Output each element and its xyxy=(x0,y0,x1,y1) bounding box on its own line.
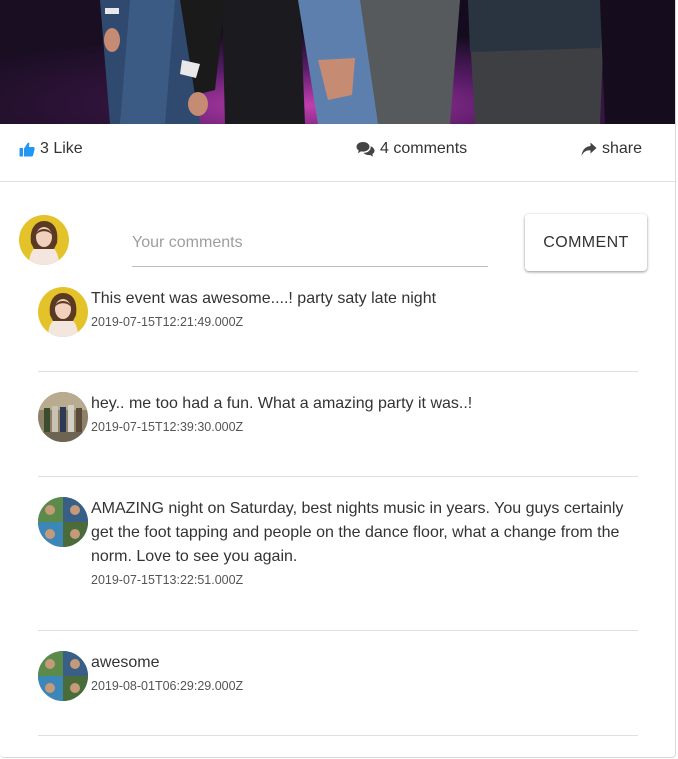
post-photo xyxy=(0,0,675,124)
commenter-avatar xyxy=(38,392,88,442)
comment-text: AMAZING night on Saturday, best nights m… xyxy=(91,500,624,565)
commenter-avatar xyxy=(38,497,88,547)
comment-divider xyxy=(38,735,638,736)
like-button[interactable]: 3 Like xyxy=(19,139,83,159)
comment-divider xyxy=(38,371,638,372)
comment-submit-button[interactable]: COMMENT xyxy=(525,214,647,271)
comment-timestamp: 2019-07-15T12:39:30.000Z xyxy=(91,420,244,434)
share-arrow-icon xyxy=(581,142,597,157)
comment-text: awesome xyxy=(91,654,160,671)
comment-divider xyxy=(38,630,638,631)
comment-divider xyxy=(38,476,638,477)
current-user-avatar xyxy=(19,215,69,265)
share-label: share xyxy=(602,140,643,157)
comment-text: hey.. me too had a fun. What a amazing p… xyxy=(91,395,473,412)
chat-bubbles-icon xyxy=(356,141,375,157)
commenter-avatar xyxy=(38,287,88,337)
comments-count: 4 comments xyxy=(380,140,468,157)
thumbs-up-icon xyxy=(19,141,35,157)
comments-button[interactable]: 4 comments xyxy=(356,139,467,159)
comment-text: This event was awesome....! party saty l… xyxy=(91,290,437,307)
comment-timestamp: 2019-08-01T06:29:29.000Z xyxy=(91,679,244,693)
post-actions-bar: 3 Like 4 comments share xyxy=(0,124,675,182)
comment-timestamp: 2019-07-15T13:22:51.000Z xyxy=(91,573,244,587)
post-card: 3 Like 4 comments share Your comments CO… xyxy=(0,0,676,758)
like-count: 3 Like xyxy=(40,140,83,157)
commenter-avatar xyxy=(38,651,88,701)
share-button[interactable]: share xyxy=(581,139,642,159)
comment-timestamp: 2019-07-15T12:21:49.000Z xyxy=(91,315,244,329)
comment-input[interactable] xyxy=(132,220,488,267)
